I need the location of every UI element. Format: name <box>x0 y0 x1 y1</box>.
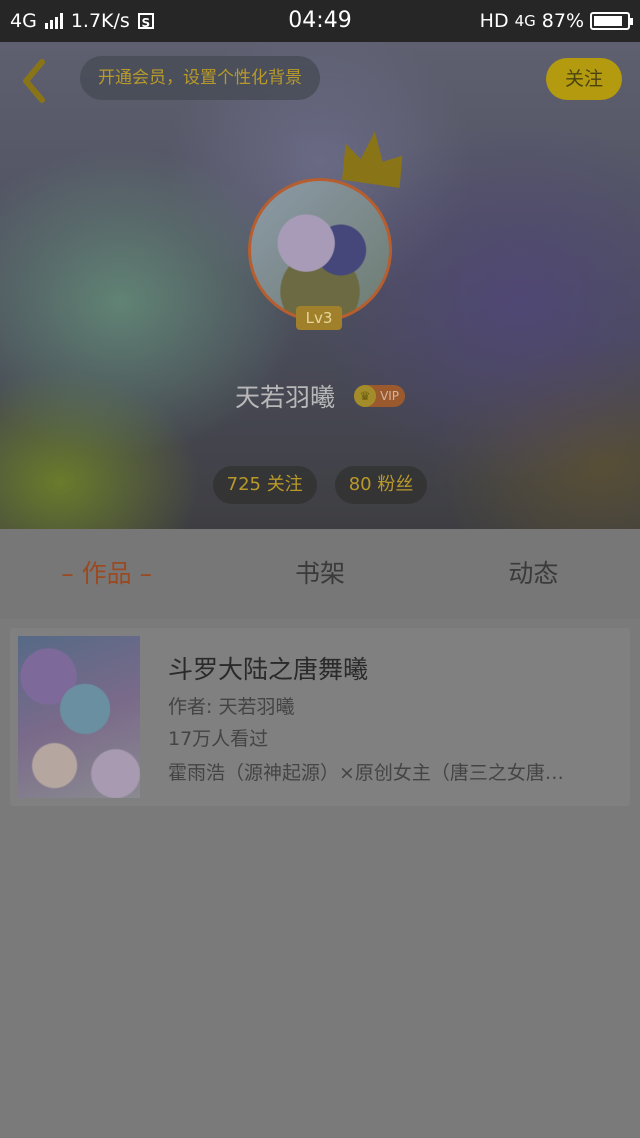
profile-header: 开通会员，设置个性化背景 关注 Lv3 天若羽曦 ♛ VIP 725 关注 80 … <box>0 42 640 529</box>
work-author: 作者: 天若羽曦 <box>168 696 295 718</box>
nickname: 天若羽曦 <box>234 383 335 412</box>
work-description: 霍雨浩（源神起源）×原创女主（唐三之女唐… <box>168 762 564 784</box>
status-right: HD 4G 87% <box>479 10 633 32</box>
avatar[interactable] <box>248 178 392 322</box>
work-card[interactable]: 斗罗大陆之唐舞曦 作者: 天若羽曦 17万人看过 霍雨浩（源神起源）×原创女主（… <box>10 628 630 806</box>
follow-button[interactable]: 关注 <box>546 58 622 100</box>
work-views: 17万人看过 <box>168 728 269 750</box>
back-button[interactable] <box>16 56 56 106</box>
stats-row: 725 关注 80 粉丝 <box>0 466 640 504</box>
vip-badge: ♛ VIP <box>354 385 406 407</box>
work-cover[interactable] <box>18 636 140 798</box>
nickname-row: 天若羽曦 ♛ VIP <box>0 378 640 414</box>
tab-bookshelf[interactable]: 书架 <box>213 529 426 619</box>
avatar-container <box>248 178 392 322</box>
vip-crown-icon: ♛ <box>354 385 377 407</box>
tab-works[interactable]: – 作品 – <box>0 529 213 619</box>
status-bar: 4G 1.7K/s S 04:49 HD 4G 87% <box>0 0 640 42</box>
fans-count[interactable]: 80 粉丝 <box>334 466 428 504</box>
following-count[interactable]: 725 关注 <box>212 466 317 504</box>
profile-tabs: – 作品 – 书架 动态 <box>0 529 640 619</box>
back-arrow-icon <box>23 59 45 103</box>
network-type-right: 4G <box>514 12 536 30</box>
hd-label: HD <box>479 10 509 32</box>
battery-percent: 87% <box>541 10 584 32</box>
tab-activity[interactable]: 动态 <box>427 529 640 619</box>
battery-icon <box>590 12 633 30</box>
vip-label: VIP <box>380 389 400 403</box>
work-title: 斗罗大陆之唐舞曦 <box>168 655 369 684</box>
level-badge: Lv3 <box>296 306 342 330</box>
crown-icon <box>342 131 403 188</box>
vip-background-promo[interactable]: 开通会员，设置个性化背景 <box>80 56 320 100</box>
